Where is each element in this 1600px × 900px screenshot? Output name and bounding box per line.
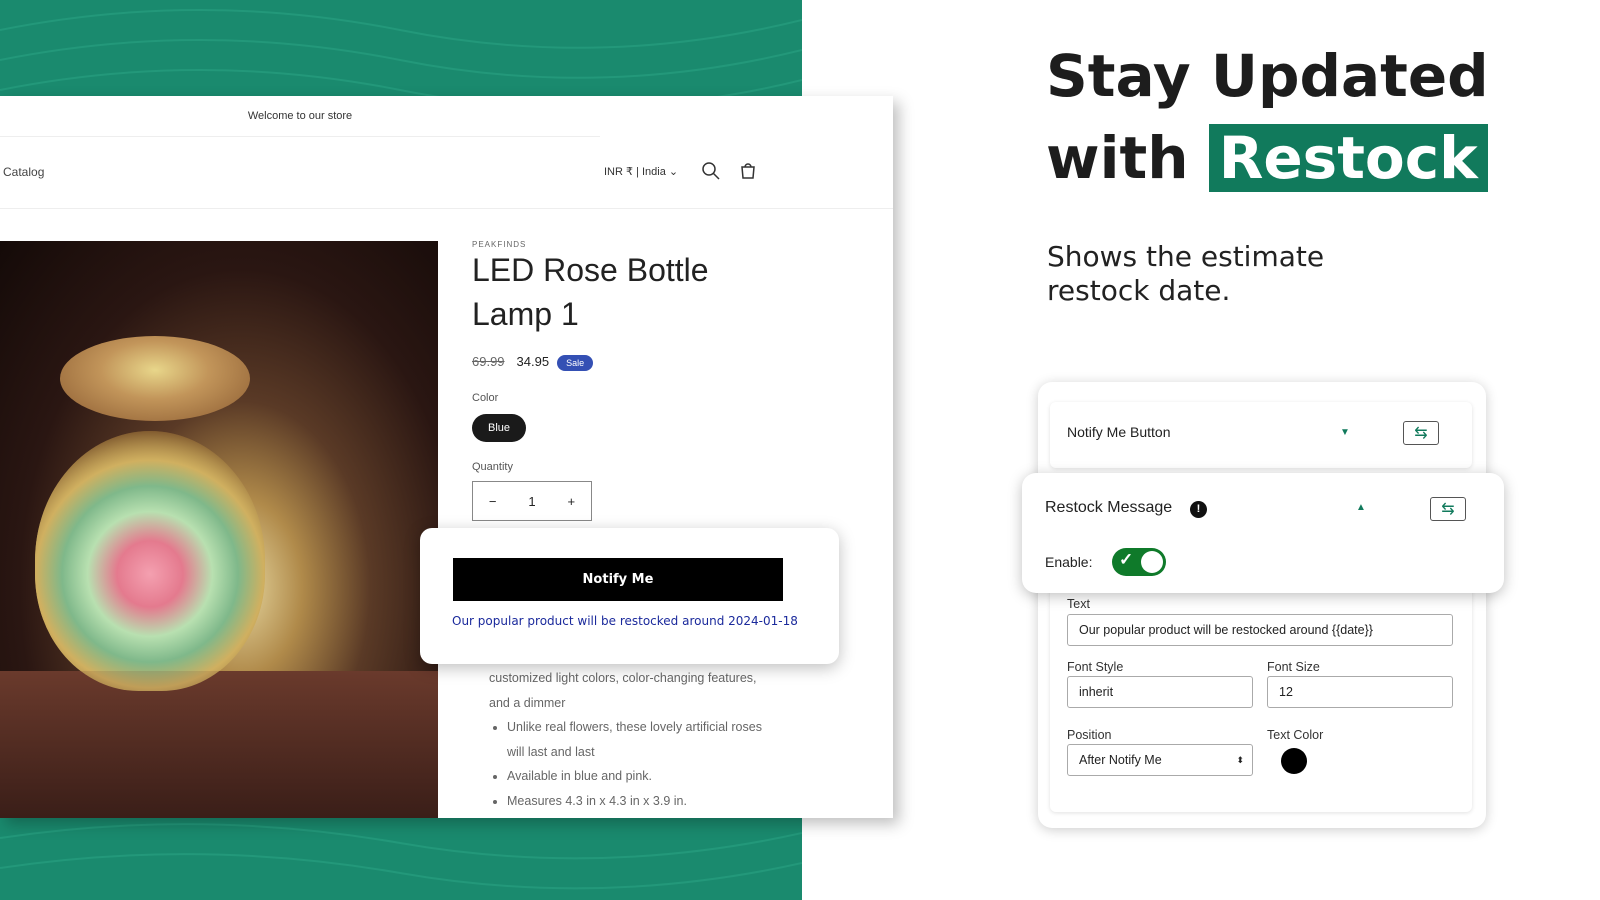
quantity-label: Quantity (472, 461, 513, 473)
product-image[interactable] (0, 241, 438, 818)
store-page: Welcome to our store Catalog INR ₹ | Ind… (0, 96, 893, 818)
notify-section-title: Notify Me Button (1067, 424, 1171, 440)
product-description: customized light colors, color-changing … (489, 666, 779, 813)
product-title: LED Rose Bottle Lamp 1 (472, 252, 709, 332)
quantity-value[interactable]: 1 (528, 494, 535, 509)
color-option-blue[interactable]: Blue (472, 414, 527, 442)
notify-section[interactable]: Notify Me Button ▼ ⇆ (1050, 402, 1472, 468)
quantity-stepper: − 1 + (472, 481, 592, 521)
minus-icon[interactable]: − (489, 494, 497, 509)
green-band-top (0, 0, 802, 96)
store-header: Catalog INR ₹ | India ⌄ (0, 137, 893, 209)
description-item: Unlike real flowers, these lovely artifi… (507, 715, 779, 764)
headline-line1: Stay Updated (1046, 42, 1489, 110)
currency-label: INR ₹ | India (604, 166, 666, 178)
restock-settings: Text Our popular product will be restock… (1050, 572, 1472, 812)
text-input[interactable]: Our popular product will be restocked ar… (1067, 614, 1453, 646)
product-price: 69.99 34.95 Sale (472, 354, 594, 371)
restock-message-section: Restock Message ! ▲ ⇆ Enable: ✓ (1022, 473, 1504, 593)
swap-icon[interactable]: ⇆ (1403, 421, 1439, 445)
restock-message: Our popular product will be restocked ar… (452, 614, 798, 628)
enable-label: Enable: (1045, 554, 1093, 570)
font-size-label: Font Size (1267, 660, 1320, 674)
color-label: Color (472, 392, 499, 404)
headline-prefix: with (1046, 124, 1189, 192)
position-value: After Notify Me (1079, 753, 1162, 767)
old-price: 69.99 (472, 354, 505, 369)
nav-catalog[interactable]: Catalog (3, 165, 44, 179)
enable-toggle[interactable]: ✓ (1112, 548, 1166, 576)
search-icon[interactable] (701, 161, 721, 181)
font-style-input[interactable]: inherit (1067, 676, 1253, 708)
position-label: Position (1067, 728, 1112, 742)
caret-up-icon[interactable]: ▲ (1356, 502, 1366, 513)
plus-icon[interactable]: + (567, 494, 575, 509)
headline-line2: with Restock (1046, 124, 1488, 192)
text-label: Text (1067, 597, 1090, 611)
currency-selector[interactable]: INR ₹ | India ⌄ (604, 165, 678, 178)
headline-highlight: Restock (1208, 124, 1488, 192)
announcement-bar: Welcome to our store (0, 96, 600, 137)
check-icon: ✓ (1119, 550, 1134, 569)
text-color-label: Text Color (1267, 728, 1324, 742)
description-item: Available in blue and pink. (507, 764, 779, 789)
text-color-swatch[interactable] (1281, 748, 1307, 774)
description-item: customized light colors, color-changing … (489, 671, 757, 710)
settings-card: Notify Me Button ▼ ⇆ Text Our popular pr… (1038, 382, 1486, 828)
restock-section-title: Restock Message (1045, 499, 1173, 516)
info-icon[interactable]: ! (1190, 501, 1207, 518)
notify-me-button[interactable]: Notify Me (453, 558, 783, 601)
caret-down-icon[interactable]: ▼ (1340, 427, 1350, 438)
select-arrows-icon: ⬍ (1236, 755, 1244, 765)
position-select[interactable]: After Notify Me ⬍ (1067, 744, 1253, 776)
green-band-bottom (0, 818, 802, 900)
sale-price: 34.95 (516, 354, 550, 369)
font-size-input[interactable]: 12 (1267, 676, 1453, 708)
subtitle: Shows the estimate restock date. (1047, 240, 1325, 307)
swap-icon[interactable]: ⇆ (1430, 497, 1466, 521)
notify-popup: Notify Me Our popular product will be re… (420, 528, 839, 664)
description-item: Measures 4.3 in x 4.3 in x 3.9 in. (507, 789, 779, 814)
font-style-label: Font Style (1067, 660, 1124, 674)
cart-icon[interactable] (738, 161, 758, 181)
sale-badge: Sale (557, 355, 594, 371)
